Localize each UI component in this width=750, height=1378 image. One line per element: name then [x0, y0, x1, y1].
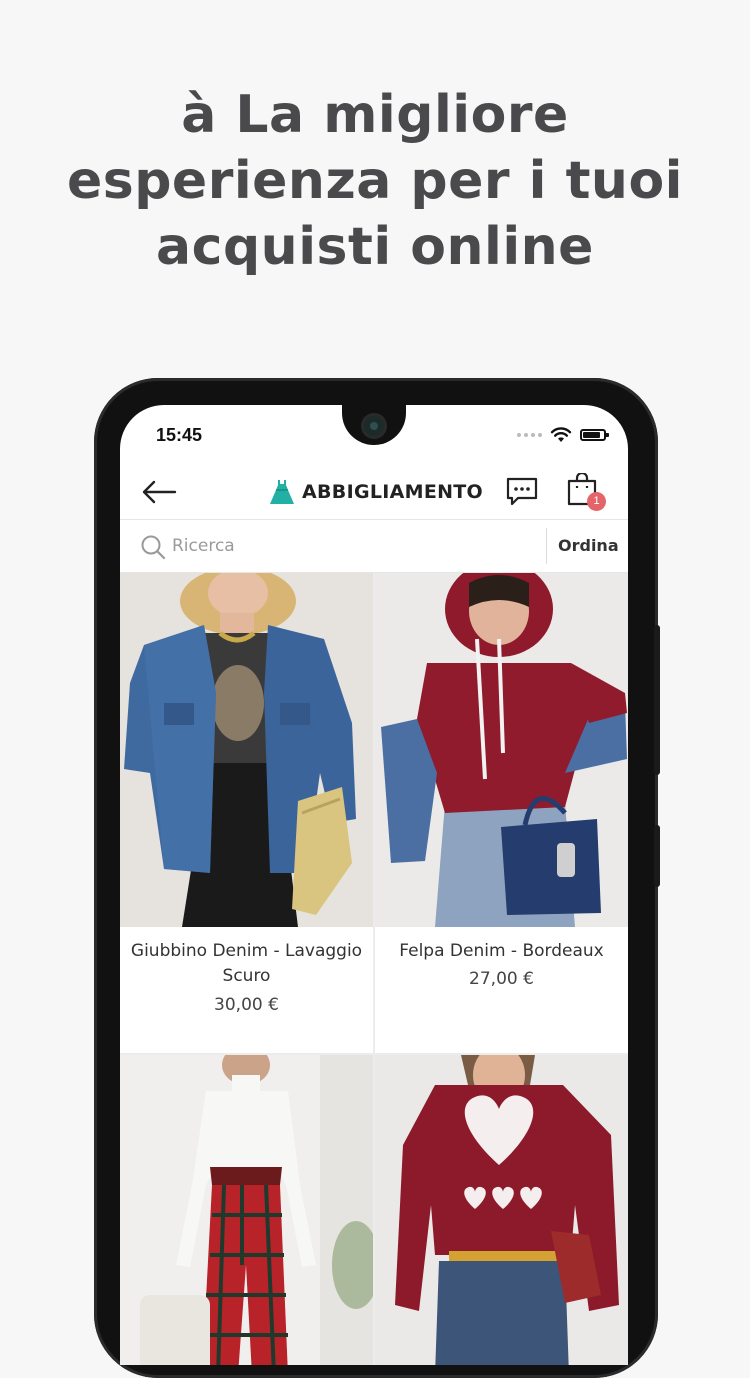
app-bar: ABBIGLIAMENTO 1 [120, 465, 628, 519]
front-camera-icon [364, 416, 384, 436]
cart-count-badge: 1 [587, 492, 606, 511]
product-image [120, 573, 373, 927]
cart-button[interactable]: 1 [566, 471, 610, 513]
product-price: 30,00 € [214, 995, 279, 1015]
product-card[interactable] [375, 1055, 628, 1365]
product-name: Felpa Denim - Bordeaux [399, 941, 604, 961]
product-name: Giubbino Denim - Lavaggio Scuro [130, 941, 363, 986]
dress-icon [270, 480, 294, 504]
page-title: ABBIGLIAMENTO [302, 481, 484, 503]
product-card[interactable]: Felpa Denim - Bordeaux 27,00 € [375, 573, 628, 1053]
sort-button[interactable]: Ordina [558, 536, 619, 555]
phone-side-button [654, 825, 660, 887]
product-card[interactable]: Giubbino Denim - Lavaggio Scuro 30,00 € [120, 573, 373, 1053]
battery-icon [580, 429, 609, 441]
promo-headline: à La migliore esperienza per i tuoi acqu… [0, 82, 750, 280]
search-input[interactable] [172, 530, 532, 562]
product-card[interactable] [120, 1055, 373, 1365]
headline-line-3: acquisti online [156, 217, 594, 277]
chat-bubble-icon [506, 477, 538, 506]
phone-screen: 15:45 ABBIGLIAMENTO 1 Ricerca Ordina Giu… [120, 405, 628, 1365]
product-price: 27,00 € [469, 969, 534, 989]
status-icons [517, 427, 609, 443]
product-image [375, 573, 628, 927]
search-icon [141, 535, 166, 560]
product-image [375, 1055, 628, 1365]
back-button[interactable] [140, 477, 178, 507]
headline-line-1: à La migliore [181, 85, 569, 145]
product-image [120, 1055, 373, 1365]
chat-button[interactable] [504, 475, 540, 509]
arrow-left-icon [142, 480, 177, 504]
category-title: ABBIGLIAMENTO [268, 477, 483, 507]
wifi-icon [550, 427, 572, 442]
phone-side-button [654, 625, 660, 775]
divider [546, 528, 547, 564]
search-bar: Ordina [120, 519, 628, 573]
headline-line-2: esperienza per i tuoi [66, 151, 683, 211]
signal-dots-icon [517, 433, 542, 437]
status-time: 15:45 [156, 425, 203, 445]
